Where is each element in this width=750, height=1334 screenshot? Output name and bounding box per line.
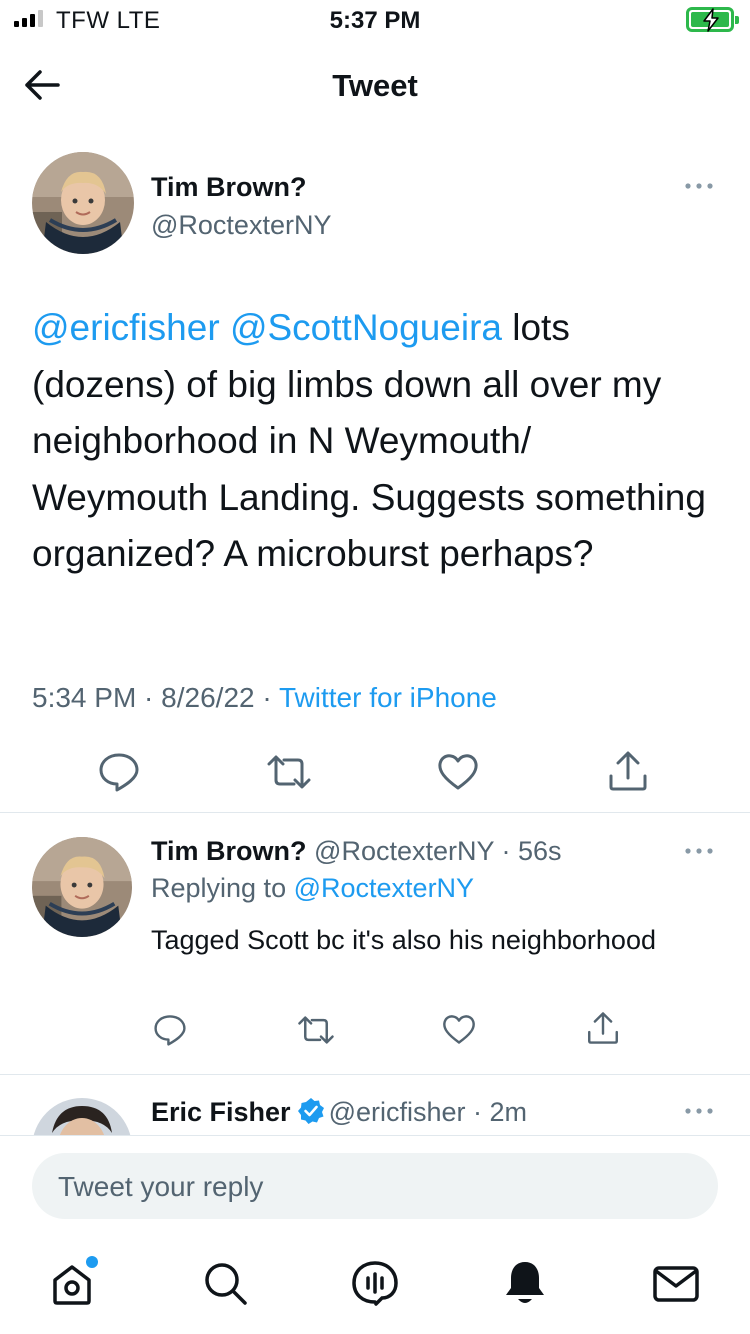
reply-author-name[interactable]: Tim Brown? (151, 836, 307, 866)
share-icon[interactable] (586, 1011, 620, 1045)
tweet-time: 5:34 PM (32, 682, 137, 713)
author-name[interactable]: Tim Brown? (151, 172, 307, 203)
like-heart-icon[interactable] (442, 1014, 476, 1045)
mention-link[interactable]: @ericfisher (32, 307, 220, 348)
share-icon[interactable] (607, 750, 649, 792)
reply-placeholder: Tweet your reply (58, 1171, 264, 1202)
spaces-icon[interactable] (350, 1258, 400, 1308)
divider (0, 812, 750, 813)
reply-author-name[interactable]: Eric Fisher (151, 1097, 291, 1127)
retweet-icon[interactable] (266, 754, 312, 790)
reply-input[interactable]: Tweet your reply (32, 1153, 718, 1219)
home-icon[interactable] (47, 1258, 97, 1308)
page-title: Tweet (332, 68, 418, 103)
avatar[interactable] (32, 837, 132, 937)
reply-icon[interactable] (98, 752, 140, 792)
more-options-icon[interactable] (684, 1106, 714, 1116)
reply-header: Tim Brown? @RoctexterNY · 56s (151, 836, 562, 866)
notifications-icon[interactable] (500, 1258, 550, 1308)
reply-age: 56s (518, 836, 562, 866)
tweet-text: @ericfisher @ScottNogueira lots (dozens)… (32, 300, 712, 583)
nav-header: Tweet (0, 50, 750, 120)
avatar[interactable] (32, 152, 134, 254)
replying-to: Replying to @RoctexterNY (151, 873, 475, 903)
search-icon[interactable] (200, 1258, 250, 1308)
reply-author-handle[interactable]: @RoctexterNY (314, 836, 494, 866)
more-options-icon[interactable] (684, 846, 714, 856)
more-options-icon[interactable] (684, 181, 714, 191)
author-handle[interactable]: @RoctexterNY (151, 210, 331, 241)
reply-header: Eric Fisher @ericfisher · 2m (151, 1097, 528, 1127)
retweet-icon[interactable] (297, 1015, 335, 1045)
tweet-meta: 5:34 PM · 8/26/22 · Twitter for iPhone (32, 682, 497, 713)
status-time: 5:37 PM (329, 7, 421, 34)
verified-badge-icon (297, 1098, 324, 1124)
replying-to-link[interactable]: @RoctexterNY (294, 873, 474, 903)
reply-author-handle[interactable]: @ericfisher (329, 1097, 466, 1127)
like-heart-icon[interactable] (437, 753, 479, 791)
reply-icon[interactable] (153, 1014, 187, 1046)
battery-charging-icon (686, 7, 739, 32)
tweet-source-link[interactable]: Twitter for iPhone (279, 682, 497, 713)
reply-age: 2m (489, 1097, 528, 1127)
divider (0, 1074, 750, 1075)
mention-link[interactable]: @ScottNogueira (230, 307, 502, 348)
status-bar: TFW LTE 5:37 PM (0, 0, 750, 40)
messages-icon[interactable] (651, 1258, 701, 1308)
tweet-date: 8/26/22 (161, 682, 255, 713)
reply-text: Tagged Scott bc it's also his neighborho… (151, 925, 656, 955)
